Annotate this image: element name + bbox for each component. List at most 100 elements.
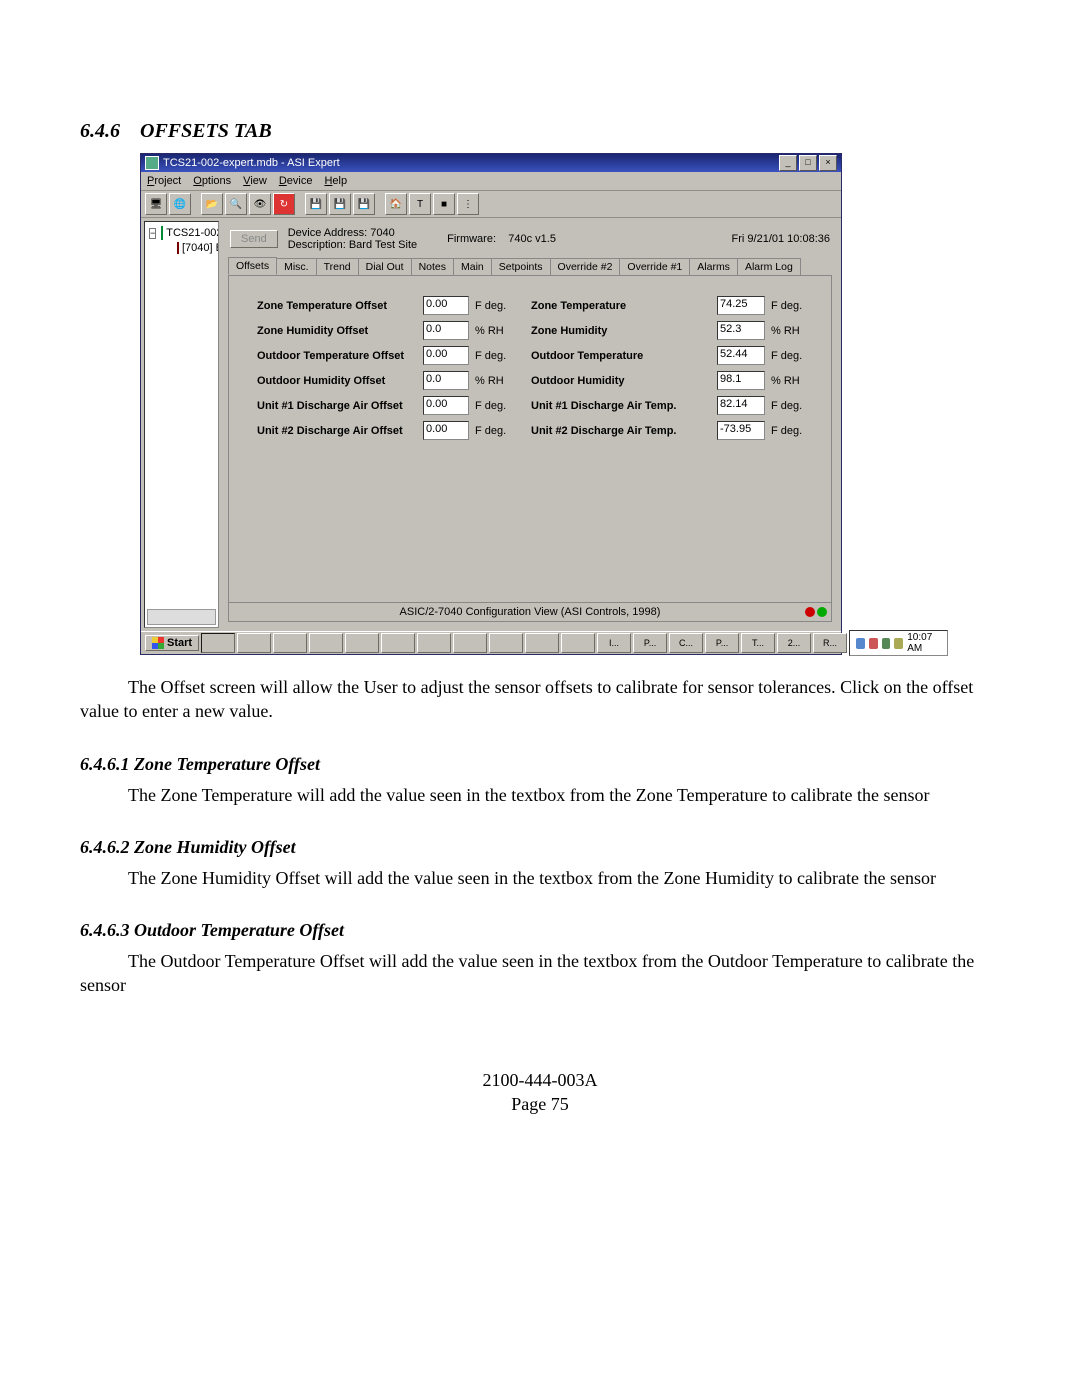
tool-icon[interactable]: 💾 (329, 193, 351, 215)
tab-alarms[interactable]: Alarms (689, 258, 738, 275)
offset-value-input[interactable]: 0.00 (423, 346, 469, 365)
offset-value-input[interactable]: 0.00 (423, 396, 469, 415)
tree-child[interactable]: [7040] Bard Test S (177, 242, 214, 254)
device-address-label: Device Address: (288, 227, 367, 239)
tab-setpoints[interactable]: Setpoints (491, 258, 551, 275)
offset-unit: F deg. (475, 425, 525, 437)
tray-icon[interactable] (894, 638, 903, 649)
tool-icon[interactable]: 💾 (305, 193, 327, 215)
reading-value: 52.44 (717, 346, 765, 365)
reading-value: 74.25 (717, 296, 765, 315)
tree-root[interactable]: − TCS21-002 (149, 226, 214, 240)
offset-unit: % RH (475, 325, 525, 337)
tray-icon[interactable] (882, 638, 891, 649)
offset-label: Zone Humidity Offset (257, 325, 417, 337)
folder-icon (177, 242, 179, 254)
offset-unit: % RH (475, 375, 525, 387)
taskbar-item[interactable] (201, 633, 235, 653)
tray-icon[interactable] (869, 638, 878, 649)
maximize-button[interactable]: □ (799, 155, 817, 171)
panel-footer-text: ASIC/2-7040 Configuration View (ASI Cont… (400, 606, 661, 618)
taskbar-item[interactable] (561, 633, 595, 653)
reading-label: Zone Humidity (531, 325, 711, 337)
subsection-text: The Zone Temperature will add the value … (80, 783, 1000, 807)
taskbar-item[interactable] (345, 633, 379, 653)
taskbar-item[interactable]: T... (741, 633, 775, 653)
offset-value-input[interactable]: 0.0 (423, 371, 469, 390)
taskbar-item[interactable] (489, 633, 523, 653)
tool-icon[interactable]: 👁 (249, 193, 271, 215)
taskbar-item[interactable] (453, 633, 487, 653)
taskbar-item[interactable]: 2... (777, 633, 811, 653)
tab-dialout[interactable]: Dial Out (358, 258, 412, 275)
tool-icon[interactable]: T (409, 193, 431, 215)
app-icon (145, 156, 159, 170)
taskbar-item[interactable] (309, 633, 343, 653)
offset-label: Outdoor Temperature Offset (257, 350, 417, 362)
tool-icon[interactable]: ↻ (273, 193, 295, 215)
offset-label: Outdoor Humidity Offset (257, 375, 417, 387)
menubar: Project Options View Device Help (141, 172, 841, 191)
tab-main[interactable]: Main (453, 258, 492, 275)
reading-value: 52.3 (717, 321, 765, 340)
subsection-text: The Zone Humidity Offset will add the va… (80, 866, 1000, 890)
tab-override2[interactable]: Override #2 (550, 258, 621, 275)
send-button[interactable]: Send (230, 230, 278, 248)
offset-label: Zone Temperature Offset (257, 300, 417, 312)
menu-options[interactable]: Options (193, 175, 231, 187)
system-tray[interactable]: 10:07 AM (849, 630, 948, 656)
reading-value: 98.1 (717, 371, 765, 390)
menu-help[interactable]: Help (324, 175, 347, 187)
description-label: Description: (288, 239, 346, 251)
taskbar-item[interactable] (417, 633, 451, 653)
project-tree[interactable]: − TCS21-002 [7040] Bard Test S (144, 221, 219, 628)
reading-unit: % RH (771, 375, 815, 387)
taskbar-item[interactable]: I... (597, 633, 631, 653)
minimize-button[interactable]: _ (779, 155, 797, 171)
offset-value-input[interactable]: 0.0 (423, 321, 469, 340)
offsets-panel: Zone Temperature Offset0.00F deg.Zone Te… (228, 275, 832, 622)
tab-alarmlog[interactable]: Alarm Log (737, 258, 801, 275)
titlebar: TCS21-002-expert.mdb - ASI Expert _ □ × (141, 154, 841, 172)
taskbar-item[interactable] (237, 633, 271, 653)
section-number: 6.4.6 (80, 120, 120, 142)
firmware-label: Firmware: (447, 233, 496, 245)
menu-project[interactable]: Project (147, 175, 181, 187)
tab-misc[interactable]: Misc. (276, 258, 317, 275)
taskbar-item[interactable] (381, 633, 415, 653)
offset-unit: F deg. (475, 300, 525, 312)
tool-icon[interactable]: 🖥 (145, 193, 167, 215)
tool-icon[interactable]: ⋮ (457, 193, 479, 215)
tree-collapse-icon[interactable]: − (149, 228, 156, 239)
tab-offsets[interactable]: Offsets (228, 257, 277, 275)
tool-icon[interactable]: 🔍 (225, 193, 247, 215)
tool-icon[interactable]: 📂 (201, 193, 223, 215)
taskbar-item[interactable] (273, 633, 307, 653)
tool-icon[interactable]: ■ (433, 193, 455, 215)
tab-override1[interactable]: Override #1 (619, 258, 690, 275)
tab-notes[interactable]: Notes (411, 258, 454, 275)
close-button[interactable]: × (819, 155, 837, 171)
tool-icon[interactable]: 💾 (353, 193, 375, 215)
reading-label: Outdoor Humidity (531, 375, 711, 387)
start-button[interactable]: Start (145, 635, 199, 651)
taskbar-item[interactable]: C... (669, 633, 703, 653)
tool-icon[interactable]: 🏠 (385, 193, 407, 215)
reading-value: 82.14 (717, 396, 765, 415)
offset-value-input[interactable]: 0.00 (423, 296, 469, 315)
taskbar-item[interactable]: P... (633, 633, 667, 653)
reading-label: Unit #2 Discharge Air Temp. (531, 425, 711, 437)
offset-label: Unit #1 Discharge Air Offset (257, 400, 417, 412)
tree-scrollbar[interactable] (147, 609, 216, 625)
reading-unit: F deg. (771, 300, 815, 312)
tray-icon[interactable] (856, 638, 865, 649)
tab-trend[interactable]: Trend (316, 258, 359, 275)
taskbar-item[interactable] (525, 633, 559, 653)
taskbar-item[interactable]: R... (813, 633, 847, 653)
menu-view[interactable]: View (243, 175, 267, 187)
device-icon (161, 226, 163, 240)
taskbar-item[interactable]: P... (705, 633, 739, 653)
offset-value-input[interactable]: 0.00 (423, 421, 469, 440)
tool-icon[interactable]: 🌐 (169, 193, 191, 215)
menu-device[interactable]: Device (279, 175, 313, 187)
